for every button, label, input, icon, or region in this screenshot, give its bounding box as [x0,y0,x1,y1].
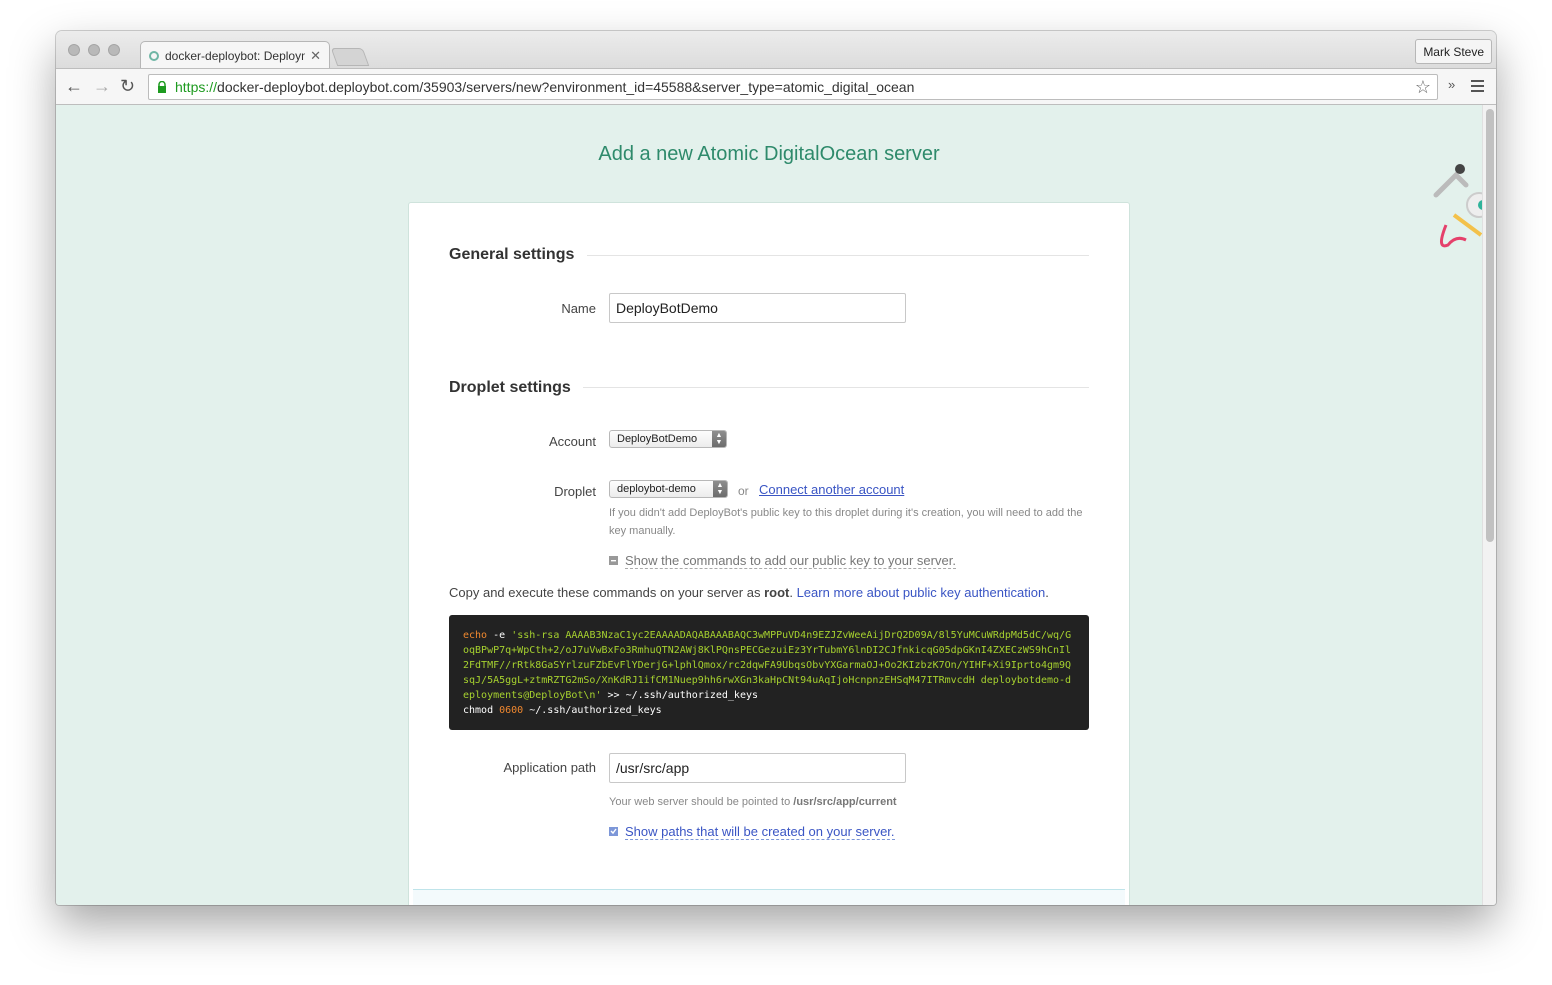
droplet-select[interactable]: deploybot-demo ▲ ▼ [609,480,728,498]
expand-box-icon [609,827,618,837]
copy-prefix: Copy and execute these commands on your … [449,585,765,600]
droplet-label: Droplet [554,484,596,499]
copy-instructions: Copy and execute these commands on your … [449,585,1049,600]
general-settings-heading: General settings [449,246,575,263]
zoom-window-button[interactable] [108,44,120,56]
back-arrow-icon[interactable]: ← [65,76,83,96]
or-text: or [738,484,749,498]
collapse-box-icon [609,556,618,566]
reload-icon[interactable]: ↻ [120,76,135,96]
code-chmod: chmod [463,705,500,716]
select-arrows-icon: ▲ ▼ [713,481,727,497]
close-tab-icon[interactable]: ✕ [310,48,321,64]
account-select[interactable]: DeployBotDemo ▲ ▼ [609,430,727,448]
new-tab-button[interactable] [330,48,370,66]
tab-title: docker-deploybot: Deployments [165,49,305,63]
bookmark-star-icon[interactable]: ☆ [1415,75,1431,99]
extensions-overflow-button[interactable]: » [1448,77,1455,92]
copy-suffix: . [1045,585,1049,600]
vertical-scrollbar[interactable] [1482,105,1496,905]
root-user: root [764,585,790,600]
app-path-hint-path: /usr/src/app/current [793,796,897,808]
browser-window: docker-deploybot: Deployments ✕ Mark Ste… [56,31,1496,905]
account-select-value: DeployBotDemo [617,433,698,445]
browser-tab[interactable]: docker-deploybot: Deployments ✕ [140,41,330,68]
page-viewport: Add a new Atomic DigitalOcean server Gen… [56,105,1482,905]
favicon-icon [149,51,159,61]
title-bar: docker-deploybot: Deployments ✕ Mark Ste… [56,31,1496,68]
code-mode: 0600 [499,705,524,716]
address-bar[interactable]: https://docker-deploybot.deploybot.com/3… [148,74,1438,100]
deploybot-mascot-icon [1433,164,1482,248]
droplet-help-text: If you didn't add DeployBot's public key… [609,507,1083,537]
application-path-input[interactable] [609,753,906,783]
divider [587,255,1089,256]
scrollbar-thumb[interactable] [1486,109,1494,542]
copy-separator: . [789,585,797,600]
app-path-hint-prefix: Your web server should be pointed to [609,796,794,808]
select-arrows-icon: ▲ ▼ [712,431,726,447]
code-redirect: >> ~/.ssh/authorized_keys [601,690,759,701]
droplet-settings-heading: Droplet settings [449,379,571,396]
learn-more-link[interactable]: Learn more about public key authenticati… [797,585,1046,600]
connect-another-account-link[interactable]: Connect another account [759,482,904,497]
profile-button[interactable]: Mark Steve [1415,39,1492,64]
app-path-hint: Your web server should be pointed to /us… [609,793,1089,811]
account-label: Account [549,434,596,449]
page-title: Add a new Atomic DigitalOcean server [598,143,940,165]
code-path: ~/.ssh/authorized_keys [523,705,662,716]
form-footer [413,890,1125,905]
show-paths-label: Show paths that will be created on your … [625,824,895,840]
name-label: Name [561,301,596,316]
show-commands-label: Show the commands to add our public key … [625,553,956,569]
code-flag: -e [487,630,512,641]
browser-toolbar: ← → ↻ https://docker-deploybot.deploybot… [56,68,1496,105]
close-window-button[interactable] [68,44,80,56]
url-text: docker-deploybot.deploybot.com/35903/ser… [217,79,915,95]
application-path-label: Application path [503,760,596,775]
divider [583,387,1089,388]
show-paths-toggle[interactable]: Show paths that will be created on your … [609,824,895,840]
code-echo: echo [463,630,488,641]
command-code-block[interactable]: echo -e 'ssh-rsa AAAAB3NzaC1yc2EAAAADAQA… [449,615,1089,730]
minimize-window-button[interactable] [88,44,100,56]
code-key-string: 'ssh-rsa AAAAB3NzaC1yc2EAAAADAQABAAABAQC… [463,630,1072,701]
lock-icon [158,81,166,93]
show-commands-toggle[interactable]: Show the commands to add our public key … [609,553,956,569]
droplet-select-value: deploybot-demo [617,483,696,495]
server-form-card: General settings Name Droplet settings A… [408,202,1130,905]
menu-icon[interactable] [1471,80,1484,92]
forward-arrow-icon[interactable]: → [93,76,111,96]
name-input[interactable] [609,293,906,323]
url-scheme: https:// [175,79,218,95]
